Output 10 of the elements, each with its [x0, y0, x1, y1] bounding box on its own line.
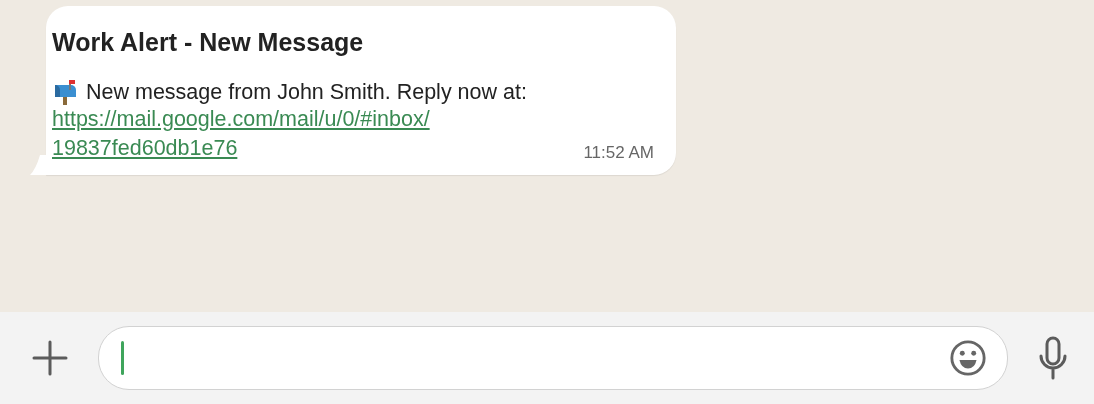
plus-icon[interactable]: [32, 340, 68, 376]
message-link[interactable]: 19837fed60db1e76: [52, 134, 430, 163]
message-link[interactable]: https://mail.google.com/mail/u/0/#inbox/: [52, 105, 430, 134]
message-input-field[interactable]: [98, 326, 1008, 390]
mailbox-icon: [52, 79, 78, 105]
message-title: Work Alert - New Message: [52, 28, 365, 57]
message-text: New message from John Smith. Reply now at:: [86, 79, 527, 105]
message-time: 11:52 AM: [583, 143, 654, 163]
microphone-icon[interactable]: [1038, 336, 1068, 380]
smiley-icon[interactable]: [949, 339, 987, 377]
